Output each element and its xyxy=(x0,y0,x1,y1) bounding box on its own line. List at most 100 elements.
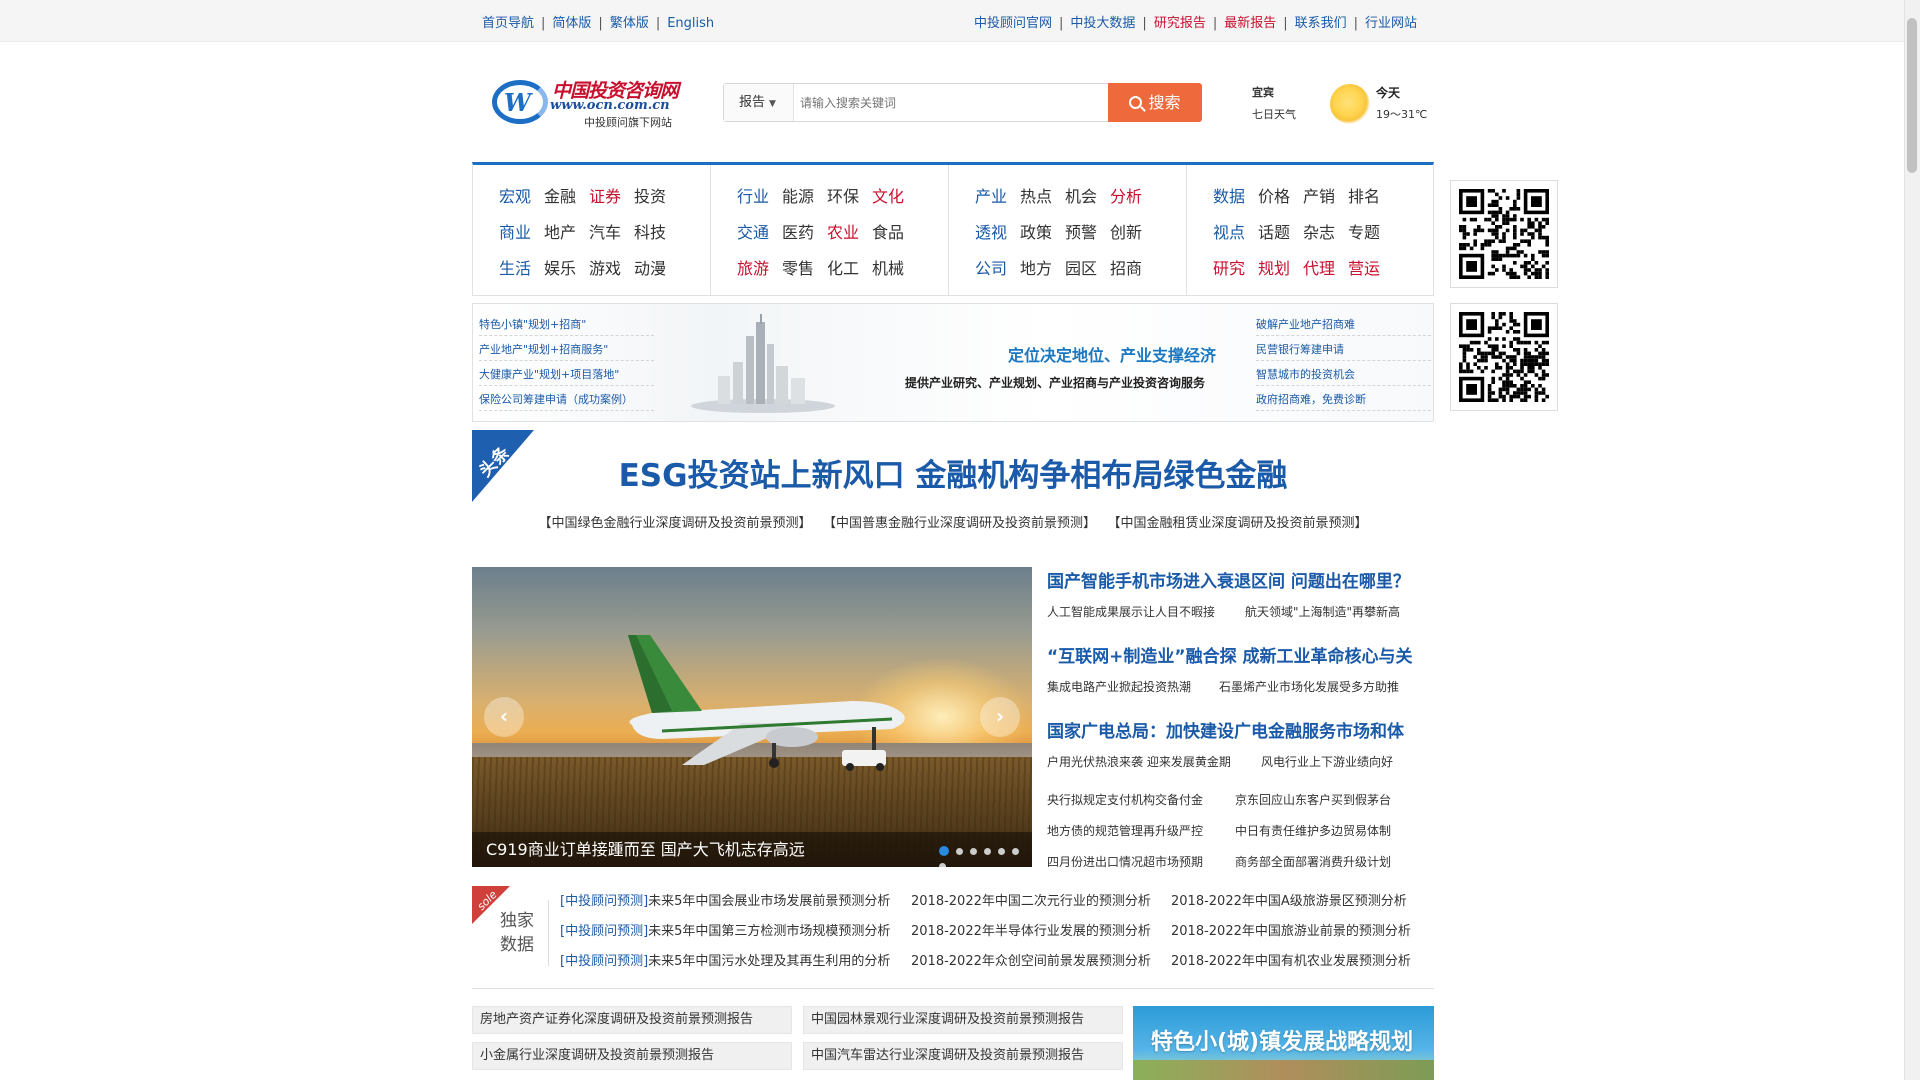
category-link[interactable]: 汽车 xyxy=(589,219,621,243)
category-link[interactable]: 代理 xyxy=(1303,255,1335,279)
image-carousel[interactable]: ‹ › C919商业订单接踵而至 国产大飞机志存高远 xyxy=(472,567,1032,867)
category-link[interactable]: 政策 xyxy=(1020,219,1052,243)
category-link[interactable]: 数据 xyxy=(1213,183,1245,207)
forecast-link[interactable]: [中投顾问预测]未来5年中国污水处理及其再生利用的分析 xyxy=(560,950,902,969)
related-report-link[interactable]: 【中国普惠金融行业深度调研及投资前景预测】 xyxy=(829,516,1096,531)
category-link[interactable]: 招商 xyxy=(1110,255,1142,279)
top-headline[interactable]: ESG投资站上新风口 金融机构争相布局绿色金融 xyxy=(472,450,1434,495)
category-link[interactable]: 宏观 xyxy=(499,183,531,207)
category-link[interactable]: 娱乐 xyxy=(544,255,576,279)
news-more-link[interactable]: 中日有责任维护多边贸易体制 xyxy=(1235,822,1391,839)
top-nav-link[interactable]: 行业网站 xyxy=(1365,16,1417,31)
category-link[interactable]: 文化 xyxy=(872,183,904,207)
home-nav-link[interactable]: 首页导航 xyxy=(482,16,534,31)
scrollbar-thumb[interactable] xyxy=(1907,18,1917,173)
search-button[interactable]: 搜索 xyxy=(1108,83,1202,122)
category-link[interactable]: 排名 xyxy=(1348,183,1380,207)
banner-link[interactable]: 产业地产"规划+招商服务" xyxy=(479,341,654,361)
category-link[interactable]: 热点 xyxy=(1020,183,1052,207)
news-more-link[interactable]: 央行拟规定支付机构交备付金 xyxy=(1047,791,1203,808)
category-link[interactable]: 农业 xyxy=(827,219,859,243)
category-link[interactable]: 化工 xyxy=(827,255,859,279)
category-link[interactable]: 旅游 xyxy=(737,255,769,279)
category-link[interactable]: 分析 xyxy=(1110,183,1142,207)
category-link[interactable]: 规划 xyxy=(1258,255,1290,279)
weather-label[interactable]: 七日天气 xyxy=(1252,106,1296,122)
category-link[interactable]: 研究 xyxy=(1213,255,1245,279)
category-link[interactable]: 交通 xyxy=(737,219,769,243)
carousel-dot[interactable] xyxy=(998,848,1005,855)
category-link[interactable]: 视点 xyxy=(1213,219,1245,243)
category-link[interactable]: 专题 xyxy=(1348,219,1380,243)
banner-link[interactable]: 智慧城市的投资机会 xyxy=(1256,366,1431,386)
category-link[interactable]: 食品 xyxy=(872,219,904,243)
category-link[interactable]: 医药 xyxy=(782,219,814,243)
news-sublink[interactable]: 航天领域"上海制造"再攀新高 xyxy=(1245,603,1400,620)
forecast-link[interactable]: [中投顾问预测]未来5年中国会展业市场发展前景预测分析 xyxy=(560,890,902,909)
category-link[interactable]: 证券 xyxy=(589,183,621,207)
forecast-link[interactable]: 2018-2022年中国二次元行业的预测分析 xyxy=(911,890,1151,909)
category-link[interactable]: 金融 xyxy=(544,183,576,207)
promo-ad[interactable]: 特色小(城)镇发展战略规划 xyxy=(1133,1006,1434,1080)
report-item[interactable]: 房地产资产证券化深度调研及投资前景预测报告 xyxy=(472,1006,792,1034)
forecast-link[interactable]: 2018-2022年众创空间前景发展预测分析 xyxy=(911,950,1151,969)
top-nav-link[interactable]: 最新报告 xyxy=(1224,16,1276,31)
category-link[interactable]: 营运 xyxy=(1348,255,1380,279)
carousel-dot[interactable] xyxy=(939,863,946,867)
category-link[interactable]: 科技 xyxy=(634,219,666,243)
category-link[interactable]: 透视 xyxy=(975,219,1007,243)
news-sublink[interactable]: 石墨烯产业市场化发展受多方助推 xyxy=(1219,678,1399,695)
banner-link[interactable]: 民营银行筹建申请 xyxy=(1256,341,1431,361)
carousel-dot[interactable] xyxy=(984,848,991,855)
category-link[interactable]: 园区 xyxy=(1065,255,1097,279)
news-more-link[interactable]: 四月份进出口情况超市场预期 xyxy=(1047,853,1203,870)
news-more-link[interactable]: 京东回应山东客户买到假茅台 xyxy=(1235,791,1391,808)
carousel-dot[interactable] xyxy=(1012,848,1019,855)
category-link[interactable]: 创新 xyxy=(1110,219,1142,243)
category-link[interactable]: 杂志 xyxy=(1303,219,1335,243)
category-link[interactable]: 地方 xyxy=(1020,255,1052,279)
news-more-link[interactable]: 地方债的规范管理再升级严控 xyxy=(1047,822,1203,839)
related-report-link[interactable]: 【中国绿色金融行业深度调研及投资前景预测】 xyxy=(538,516,811,531)
banner-link[interactable]: 特色小镇"规划+招商" xyxy=(479,316,654,336)
category-link[interactable]: 零售 xyxy=(782,255,814,279)
related-report-link[interactable]: 【中国金融租赁业深度调研及投资前景预测】 xyxy=(1114,516,1368,531)
top-nav-link[interactable]: 研究报告 xyxy=(1154,16,1206,31)
site-logo[interactable]: 中国投资咨询网 www.ocn.com.cn 中投顾问旗下网站 xyxy=(492,74,682,134)
banner-link[interactable]: 大健康产业"规划+项目落地" xyxy=(479,366,654,386)
category-link[interactable]: 能源 xyxy=(782,183,814,207)
news-sublink[interactable]: 风电行业上下游业绩向好 xyxy=(1261,753,1393,770)
carousel-dot[interactable] xyxy=(970,848,977,855)
forecast-link[interactable]: [中投顾问预测]未来5年中国第三方检测市场规模预测分析 xyxy=(560,920,902,939)
simplified-link[interactable]: 简体版 xyxy=(552,16,591,31)
news-sublink[interactable]: 户用光伏热浪来袭 迎来发展黄金期 xyxy=(1047,753,1231,770)
forecast-link[interactable]: 2018-2022年中国A级旅游景区预测分析 xyxy=(1171,890,1407,909)
banner-link[interactable]: 政府招商难，免费诊断 xyxy=(1256,391,1431,411)
banner-link[interactable]: 保险公司筹建申请（成功案例） xyxy=(479,391,654,411)
report-item[interactable]: 小金属行业深度调研及投资前景预测报告 xyxy=(472,1042,792,1070)
top-nav-link[interactable]: 中投顾问官网 xyxy=(974,16,1052,31)
category-link[interactable]: 预警 xyxy=(1065,219,1097,243)
search-input[interactable] xyxy=(796,84,1108,121)
report-item[interactable]: 中国汽车雷达行业深度调研及投资前景预测报告 xyxy=(803,1042,1123,1070)
category-link[interactable]: 动漫 xyxy=(634,255,666,279)
carousel-prev-button[interactable]: ‹ xyxy=(484,697,524,737)
category-link[interactable]: 环保 xyxy=(827,183,859,207)
news-sublink[interactable]: 集成电路产业掀起投资热潮 xyxy=(1047,678,1191,695)
category-link[interactable]: 行业 xyxy=(737,183,769,207)
english-link[interactable]: English xyxy=(667,16,714,31)
category-link[interactable]: 产业 xyxy=(975,183,1007,207)
category-link[interactable]: 价格 xyxy=(1258,183,1290,207)
news-headline[interactable]: “互联网+制造业”融合探 成新工业革命核心与关 xyxy=(1047,642,1434,667)
category-link[interactable]: 商业 xyxy=(499,219,531,243)
category-link[interactable]: 投资 xyxy=(634,183,666,207)
forecast-link[interactable]: 2018-2022年中国有机农业发展预测分析 xyxy=(1171,950,1411,969)
carousel-dot[interactable] xyxy=(956,848,963,855)
top-nav-link[interactable]: 中投大数据 xyxy=(1070,16,1135,31)
carousel-next-button[interactable]: › xyxy=(980,697,1020,737)
category-link[interactable]: 游戏 xyxy=(589,255,621,279)
news-headline[interactable]: 国产智能手机市场进入衰退区间 问题出在哪里？ xyxy=(1047,567,1434,592)
forecast-link[interactable]: 2018-2022年中国旅游业前景的预测分析 xyxy=(1171,920,1411,939)
category-link[interactable]: 生活 xyxy=(499,255,531,279)
search-type-select[interactable]: 报告 ▼ xyxy=(724,84,794,121)
